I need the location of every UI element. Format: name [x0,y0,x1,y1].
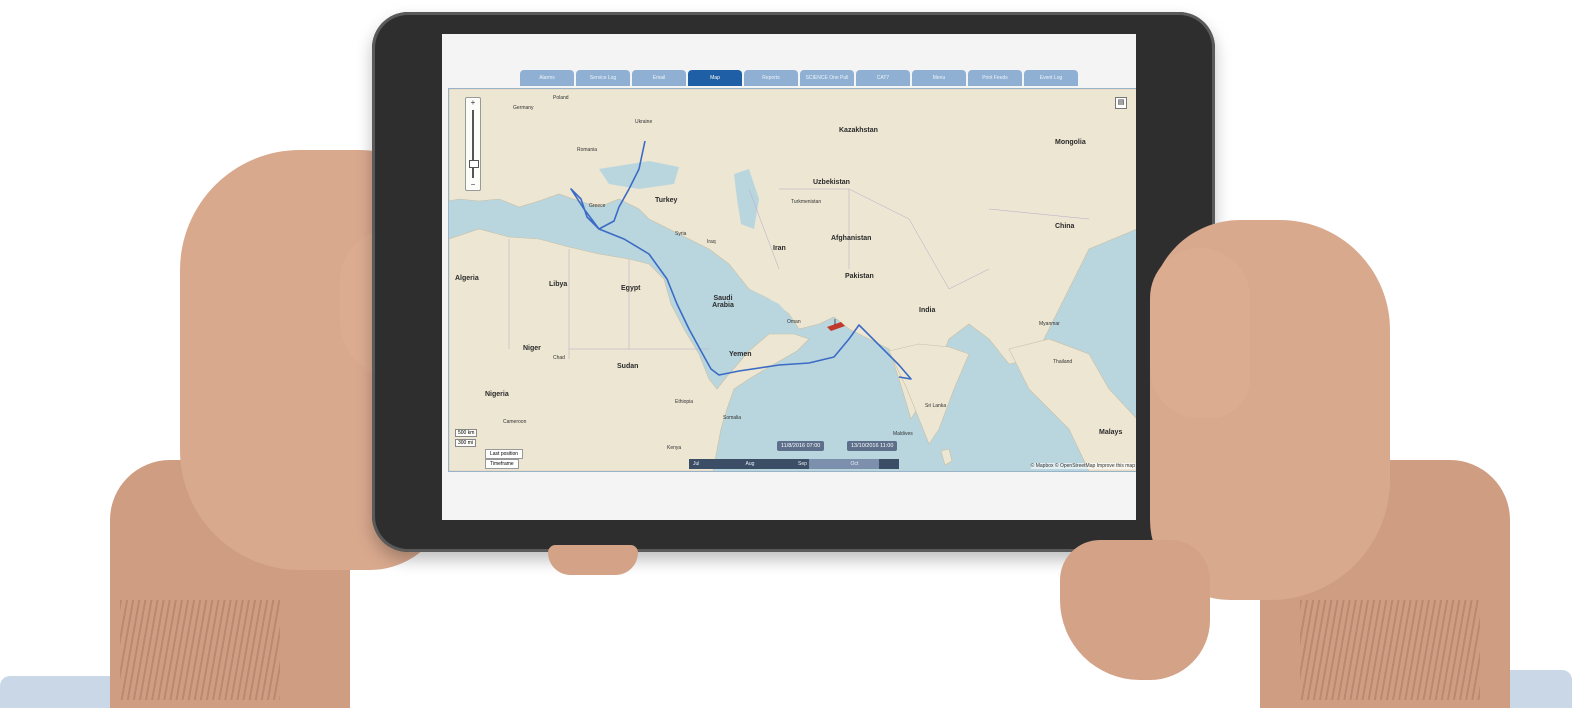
zoom-in-icon[interactable]: + [466,98,480,108]
label-mongolia: Mongolia [1055,139,1086,146]
zoom-control[interactable]: + − [465,97,481,191]
label-greece: Greece [589,203,606,209]
last-position-button[interactable]: Last position [485,449,524,459]
label-egypt: Egypt [621,285,641,292]
label-algeria: Algeria [455,275,479,282]
tab-service-log[interactable]: Service Log [576,70,630,86]
right-fingers-below [1060,540,1210,680]
label-sudan: Sudan [617,363,639,370]
map-canvas [449,89,1136,471]
label-kenya: Kenya [667,445,682,451]
label-syria: Syria [675,231,687,237]
map-attribution[interactable]: © Mapbox © OpenStreetMap Improve this ma… [1030,463,1135,469]
scale-km: 500 km [455,429,478,437]
label-saudi-arabia: Saudi Arabia [712,295,734,309]
label-myanmar: Myanmar [1039,321,1060,327]
land-india [888,343,970,445]
label-turkmenistan: Turkmenistan [791,199,822,205]
label-somalia: Somalia [723,415,742,421]
tab-cat7[interactable]: CAT7 [856,70,910,86]
tab-email[interactable]: Email [632,70,686,86]
timeline-end-badge: 13/10/2016 11:00 [847,441,898,451]
label-nigeria: Nigeria [485,391,509,398]
label-india: India [919,307,936,314]
tab-bar: Alarms Service Log Email Map Reports SCIENCE … [520,70,1078,86]
left-arm-hair [120,600,280,700]
label-ukraine: Ukraine [635,119,653,125]
left-fingers-below [548,545,638,575]
label-sri-lanka: Sri Lanka [925,403,947,409]
right-thumb [1150,248,1250,418]
right-arm-hair [1300,600,1480,700]
tab-print-feeds[interactable]: Print Feeds [968,70,1022,86]
label-poland: Poland [553,95,569,101]
label-thailand: Thailand [1053,359,1073,365]
label-malaysia: Malays [1099,429,1123,436]
timeline-month: Oct [850,461,859,467]
land-se-asia [1008,338,1136,471]
zoom-out-icon[interactable]: − [466,180,480,190]
tablet-screen: Alarms Service Log Email Map Reports SCIENCE … [442,34,1136,520]
label-uzbekistan: Uzbekistan [813,179,850,186]
timeline-month: Jul [693,461,700,467]
label-iraq: Iraq [707,239,716,245]
timeline-month: Sep [798,461,807,467]
label-afghanistan: Afghanistan [831,235,872,242]
label-chad: Chad [553,355,565,361]
tab-menu[interactable]: Menu [912,70,966,86]
label-libya: Libya [549,281,568,288]
zoom-slider-handle[interactable] [469,160,479,168]
label-germany: Germany [513,105,534,111]
tab-map[interactable]: Map [688,70,742,86]
timeframe-button[interactable]: Timeframe [485,459,519,469]
label-oman: Oman [787,319,801,325]
label-cameroon: Cameroon [503,419,527,425]
layers-icon[interactable]: ▤ [1115,97,1127,109]
tab-event-log[interactable]: Event Log [1024,70,1078,86]
scale-mi: 300 mi [455,439,477,447]
label-yemen: Yemen [729,351,752,358]
label-niger: Niger [523,345,541,352]
label-pakistan: Pakistan [845,273,874,280]
label-romania: Romania [577,147,598,153]
tab-science-one-pull[interactable]: SCIENCE One Pull [800,70,854,86]
label-china: China [1055,223,1075,230]
label-ethiopia: Ethiopia [675,399,694,405]
map-view[interactable]: Kazakhstan Mongolia Ukraine Poland Germa… [448,88,1136,472]
label-maldives: Maldives [893,431,913,437]
timeline-start-badge: 11/8/2016 07:00 [777,441,825,451]
tab-reports[interactable]: Reports [744,70,798,86]
label-turkey: Turkey [655,197,678,204]
label-iran: Iran [773,245,786,252]
timeline-slider[interactable]: Jul Aug Sep Oct [689,459,899,469]
timeline-month: Aug [745,461,755,467]
label-kazakhstan: Kazakhstan [839,127,878,134]
tab-alarms[interactable]: Alarms [520,70,574,86]
land-sri-lanka [940,448,953,466]
